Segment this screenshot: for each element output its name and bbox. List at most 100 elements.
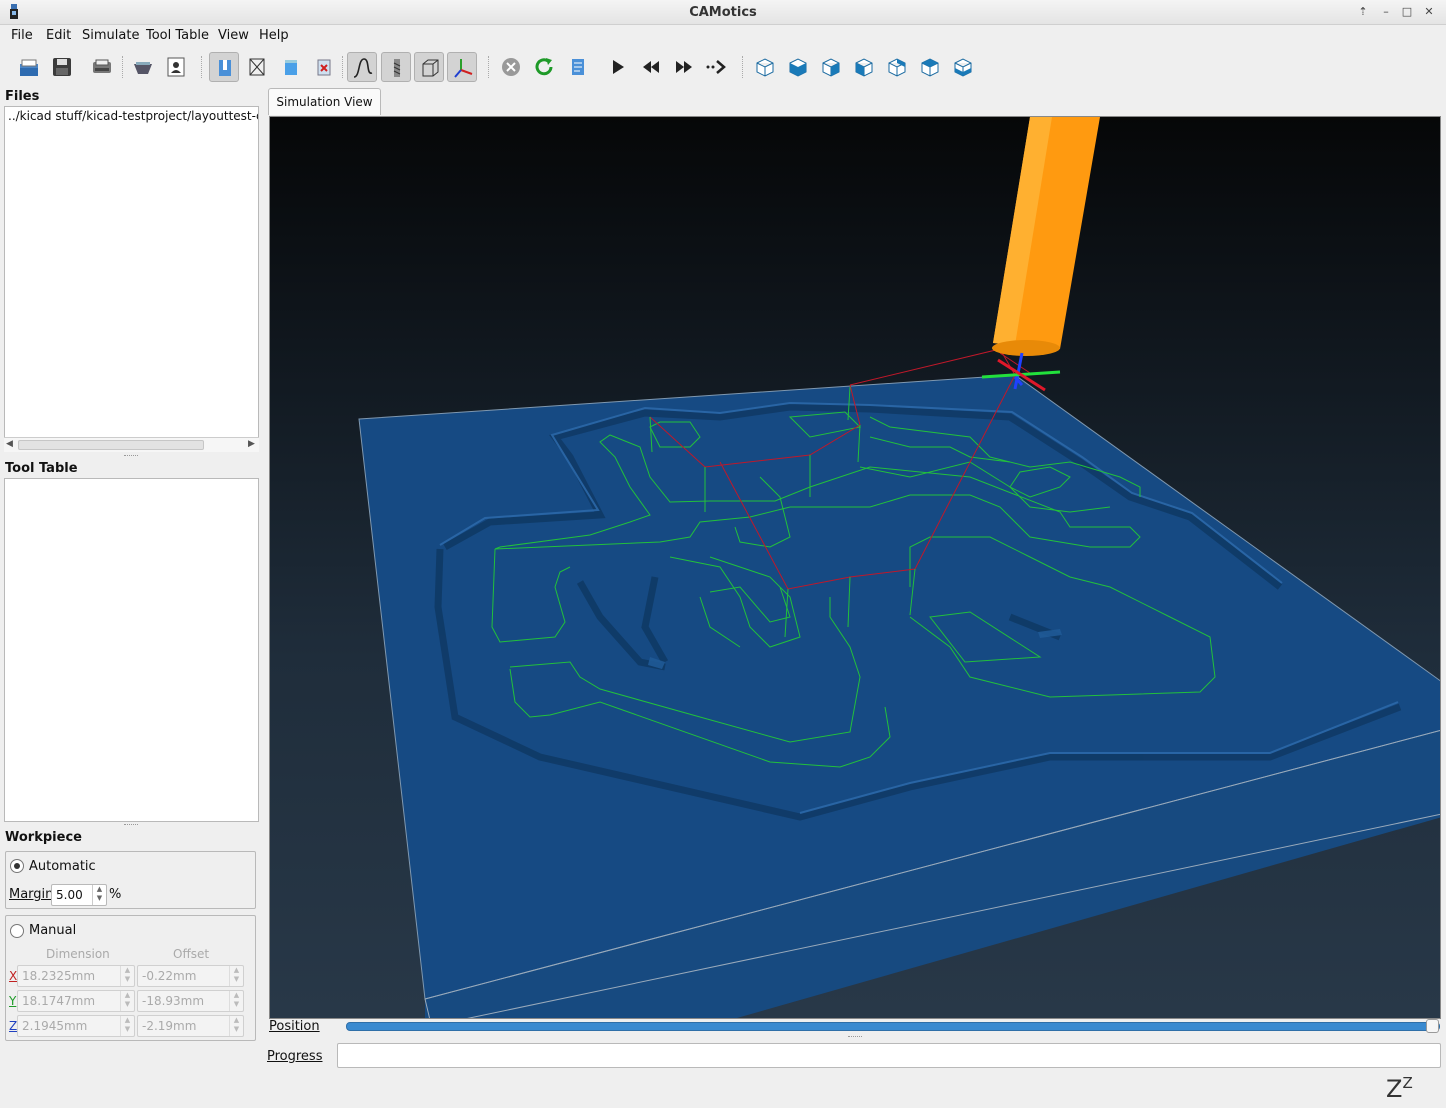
z-offset-field[interactable]: -2.19mm ▲ ▼ <box>137 1015 244 1037</box>
manual-label: Manual <box>29 923 77 938</box>
y-offset-field[interactable]: -18.93mm ▲ ▼ <box>137 990 244 1012</box>
rerun-icon <box>535 58 553 76</box>
stop-icon <box>502 58 520 76</box>
menu-tool-table[interactable]: Tool Table <box>146 28 209 43</box>
manual-radio[interactable] <box>10 924 24 938</box>
scroll-left-icon[interactable]: ◀ <box>6 439 13 449</box>
files-list[interactable]: ../kicad stuff/kicad-testproject/layoutt… <box>4 106 259 452</box>
tool-path-button[interactable] <box>128 52 158 82</box>
keep-above-icon[interactable]: ⇡ <box>1354 4 1372 20</box>
workpiece-button[interactable] <box>276 52 306 82</box>
y-axis-label: Y <box>9 994 17 1008</box>
top-view-button[interactable] <box>915 52 945 82</box>
bbox-icon <box>422 59 439 77</box>
bottom-view-button[interactable] <box>948 52 978 82</box>
open-button[interactable] <box>14 52 44 82</box>
x-offset-field[interactable]: -0.22mm ▲ ▼ <box>137 965 244 987</box>
wireframe-button[interactable] <box>242 52 272 82</box>
stop-button[interactable] <box>496 52 526 82</box>
tool-path-icon <box>134 62 152 74</box>
close-icon[interactable]: ✕ <box>1420 4 1438 20</box>
front-view-button[interactable] <box>783 52 813 82</box>
remove-button[interactable] <box>309 52 339 82</box>
menu-view[interactable]: View <box>218 28 249 43</box>
tool-button[interactable] <box>381 52 411 82</box>
tool-table-list[interactable] <box>4 478 259 822</box>
export-icon <box>93 59 111 73</box>
z-offset-value: -2.19mm <box>142 1019 197 1033</box>
right-view-icon <box>888 58 906 77</box>
y-offset-value: -18.93mm <box>142 994 205 1008</box>
z-dimension-stepper-icon[interactable]: ▲ ▼ <box>120 1016 134 1036</box>
path-curve-button[interactable] <box>347 52 377 82</box>
z-offset-stepper-icon[interactable]: ▲ ▼ <box>229 1016 243 1036</box>
open-icon <box>20 59 38 76</box>
reload-button[interactable] <box>563 52 593 82</box>
margin-spinbox[interactable]: 5.00 ▲ ▼ <box>51 884 107 906</box>
files-horizontal-scrollbar[interactable]: ◀ ▶ <box>4 437 259 452</box>
play-button[interactable] <box>603 52 633 82</box>
menu-simulate[interactable]: Simulate <box>82 28 139 43</box>
files-title: Files <box>5 89 40 104</box>
y-dimension-value: 18.1747mm <box>22 994 96 1008</box>
back-view-button[interactable] <box>816 52 846 82</box>
y-offset-stepper-icon[interactable]: ▲ ▼ <box>229 991 243 1011</box>
view-splitter[interactable] <box>848 1036 862 1039</box>
iso-view-button[interactable] <box>750 52 780 82</box>
menu-file[interactable]: File <box>11 28 33 43</box>
scroll-thumb[interactable] <box>18 440 204 450</box>
bbox-button[interactable] <box>414 52 444 82</box>
rerun-button[interactable] <box>529 52 559 82</box>
bottom-view-icon <box>954 58 972 77</box>
left-view-button[interactable] <box>849 52 879 82</box>
user-button[interactable] <box>161 52 191 82</box>
idle-glyph: Z <box>1386 1075 1403 1103</box>
axes-button[interactable] <box>447 52 477 82</box>
file-entry[interactable]: ../kicad stuff/kicad-testproject/layoutt… <box>8 109 258 123</box>
wireframe-icon <box>249 58 265 76</box>
dock-splitter-2[interactable] <box>124 824 138 827</box>
right-view-button[interactable] <box>882 52 912 82</box>
maximize-icon[interactable]: □ <box>1398 4 1416 20</box>
dock-splitter[interactable] <box>124 455 138 458</box>
automatic-radio[interactable] <box>10 859 24 873</box>
step-button[interactable] <box>701 52 731 82</box>
simulation-3d-view[interactable] <box>269 116 1441 1019</box>
back-view-icon <box>822 58 840 77</box>
toolbar <box>0 48 1446 86</box>
y-dimension-field[interactable]: 18.1747mm ▲ ▼ <box>17 990 135 1012</box>
menu-help[interactable]: Help <box>259 28 289 43</box>
margin-value: 5.00 <box>56 888 83 902</box>
margin-stepper-icon[interactable]: ▲ ▼ <box>92 885 106 905</box>
menu-edit[interactable]: Edit <box>46 28 71 43</box>
left-view-icon <box>855 58 873 77</box>
progress-bar <box>337 1043 1441 1068</box>
position-slider[interactable] <box>346 1022 1440 1031</box>
z-axis-label: Z <box>9 1019 18 1033</box>
x-dimension-stepper-icon[interactable]: ▲ ▼ <box>120 966 134 986</box>
tab-simulation-view[interactable]: Simulation View <box>268 88 381 115</box>
y-dimension-stepper-icon[interactable]: ▲ ▼ <box>120 991 134 1011</box>
scroll-right-icon[interactable]: ▶ <box>248 439 255 449</box>
z-dimension-value: 2.1945mm <box>22 1019 88 1033</box>
surface-button[interactable] <box>209 52 239 82</box>
workpiece-icon <box>285 60 297 75</box>
x-offset-stepper-icon[interactable]: ▲ ▼ <box>229 966 243 986</box>
export-button[interactable] <box>87 52 117 82</box>
automatic-group: Automatic Margin 5.00 ▲ ▼ % <box>5 851 256 909</box>
save-button[interactable] <box>47 52 77 82</box>
position-slider-handle[interactable] <box>1426 1019 1439 1033</box>
fast-forward-icon <box>676 61 692 73</box>
manual-group: Manual Dimension Offset X 18.2325mm ▲ ▼ -0… <box>5 915 256 1041</box>
tool-table-title: Tool Table <box>5 461 78 476</box>
automatic-label: Automatic <box>29 859 96 874</box>
x-axis-label: X <box>9 969 18 983</box>
minimize-icon[interactable]: – <box>1377 4 1395 20</box>
x-dimension-field[interactable]: 18.2325mm ▲ ▼ <box>17 965 135 987</box>
surface-icon <box>219 60 231 76</box>
workpiece-title: Workpiece <box>5 830 82 845</box>
fast-forward-button[interactable] <box>669 52 699 82</box>
remove-icon <box>317 59 331 76</box>
z-dimension-field[interactable]: 2.1945mm ▲ ▼ <box>17 1015 135 1037</box>
rewind-button[interactable] <box>636 52 666 82</box>
